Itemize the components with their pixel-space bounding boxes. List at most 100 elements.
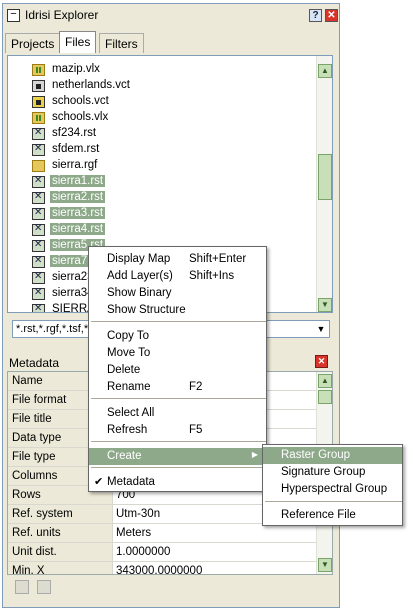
- metadata-key: Unit dist.: [8, 543, 113, 561]
- raster-file-icon: [32, 191, 45, 204]
- title-bar: − Idrisi Explorer ? ✕: [3, 4, 339, 26]
- menu-item-copy-to[interactable]: Copy To: [89, 328, 266, 345]
- menu-separator: [91, 321, 266, 322]
- metadata-row[interactable]: Min. X 343000.0000000: [8, 562, 318, 575]
- file-name: sierra2.rst: [50, 191, 106, 203]
- submenu-item-hyperspectral-group[interactable]: Hyperspectral Group: [263, 481, 402, 498]
- metadata-row[interactable]: Unit dist. 1.0000000: [8, 543, 318, 562]
- submenu-item-raster-group[interactable]: Raster Group: [263, 447, 402, 464]
- menu-item-delete[interactable]: Delete: [89, 362, 266, 379]
- menu-item-shortcut: F5: [189, 424, 203, 436]
- menu-item-label: Show Binary: [107, 287, 172, 299]
- metadata-key: Min. X: [8, 562, 113, 574]
- raster-file-icon: [32, 207, 45, 220]
- menu-item-label: Metadata: [107, 476, 155, 488]
- scroll-thumb[interactable]: [318, 390, 332, 404]
- scroll-thumb[interactable]: [318, 154, 332, 200]
- metadata-value: 343000.0000000: [116, 565, 203, 575]
- menu-separator: [91, 441, 266, 442]
- menu-item-metadata[interactable]: ✔ Metadata: [89, 474, 266, 491]
- menu-item-label: Delete: [107, 364, 141, 376]
- menu-separator: [91, 467, 266, 468]
- metadata-row[interactable]: Ref. units Meters: [8, 524, 318, 543]
- menu-item-label: Create: [107, 450, 142, 462]
- submenu-item-reference-file[interactable]: Reference File: [263, 507, 402, 524]
- menu-item-rename[interactable]: Rename F2: [89, 379, 266, 396]
- menu-item-select-all[interactable]: Select All: [89, 405, 266, 422]
- submenu-item-label: Reference File: [281, 509, 356, 521]
- menu-item-label: Move To: [107, 347, 151, 359]
- file-name: schools.vlx: [52, 111, 109, 123]
- raster-file-icon: [32, 255, 45, 268]
- metadata-value: Meters: [116, 527, 152, 539]
- raster-file-icon: [32, 239, 45, 252]
- menu-item-show-binary[interactable]: Show Binary: [89, 285, 266, 302]
- raster-file-icon: [32, 143, 45, 156]
- menu-item-label: Copy To: [107, 330, 149, 342]
- raster-file-icon: [32, 303, 45, 312]
- submenu-arrow-icon: ▶: [251, 450, 258, 459]
- menu-item-label: Rename: [107, 381, 151, 393]
- menu-item-label: Show Structure: [107, 304, 186, 316]
- raster-file-icon: [32, 175, 45, 188]
- raster-group-file-icon: [32, 160, 45, 172]
- file-name: mazip.vlx: [52, 63, 100, 75]
- menu-item-show-structure[interactable]: Show Structure: [89, 302, 266, 319]
- metadata-key: Ref. units: [8, 524, 113, 542]
- metadata-tool-icon[interactable]: [37, 580, 51, 594]
- help-button[interactable]: ?: [309, 9, 322, 22]
- scroll-up-icon[interactable]: ▲: [318, 374, 332, 388]
- file-name: schools.vct: [52, 95, 109, 107]
- scroll-up-icon[interactable]: ▲: [318, 64, 332, 78]
- file-name: sierra3.rst: [50, 207, 106, 219]
- menu-item-move-to[interactable]: Move To: [89, 345, 266, 362]
- file-name: sierra1.rst: [50, 175, 106, 187]
- menu-separator: [265, 501, 402, 502]
- metadata-close-icon[interactable]: ✕: [315, 355, 328, 368]
- check-icon: ✔: [94, 476, 104, 488]
- minimize-icon[interactable]: −: [7, 9, 20, 22]
- raster-file-icon: [32, 287, 45, 300]
- menu-item-refresh[interactable]: Refresh F5: [89, 422, 266, 439]
- file-filter-value: *.rst,*.rgf,*.tsf,*.: [16, 323, 92, 335]
- metadata-toolbar: [7, 576, 333, 598]
- submenu-item-label: Raster Group: [281, 449, 351, 461]
- tab-projects[interactable]: Projects: [5, 33, 61, 53]
- menu-item-label: Add Layer(s): [107, 270, 173, 282]
- metadata-value: 1.0000000: [116, 546, 171, 558]
- submenu-item-signature-group[interactable]: Signature Group: [263, 464, 402, 481]
- raster-file-icon: [32, 223, 45, 236]
- context-menu: Display Map Shift+Enter Add Layer(s) Shift+…: [88, 246, 267, 492]
- file-name: sierra.rgf: [52, 159, 98, 171]
- vlx-file-icon: [32, 112, 45, 124]
- chevron-down-icon[interactable]: ▼: [313, 321, 329, 337]
- file-list-scrollbar[interactable]: ▲ ▼: [316, 56, 332, 312]
- metadata-key: Ref. system: [8, 505, 113, 523]
- menu-item-shortcut: Shift+Ins: [189, 270, 235, 282]
- metadata-title: Metadata: [9, 356, 60, 370]
- scroll-down-icon[interactable]: ▼: [318, 298, 332, 312]
- menu-item-label: Refresh: [107, 424, 148, 436]
- raster-file-icon: [32, 127, 45, 140]
- menu-item-create[interactable]: Create ▶: [89, 448, 266, 465]
- file-name: netherlands.vct: [52, 79, 130, 91]
- menu-item-label: Display Map: [107, 253, 171, 265]
- menu-separator: [91, 398, 266, 399]
- menu-item-shortcut: Shift+Enter: [189, 253, 247, 265]
- window-title: Idrisi Explorer: [25, 8, 99, 22]
- menu-item-add-layer-s[interactable]: Add Layer(s) Shift+Ins: [89, 268, 266, 285]
- vector-file-icon: [32, 96, 45, 108]
- vector-file-icon: [32, 80, 45, 92]
- scroll-down-icon[interactable]: ▼: [318, 558, 332, 572]
- menu-item-display-map[interactable]: Display Map Shift+Enter: [89, 251, 266, 268]
- raster-file-icon: [32, 271, 45, 284]
- tab-filters[interactable]: Filters: [99, 33, 144, 53]
- menu-item-shortcut: F2: [189, 381, 203, 393]
- metadata-value: Utm-30n: [116, 508, 161, 520]
- metadata-tool-icon[interactable]: [15, 580, 29, 594]
- tab-files[interactable]: Files: [59, 31, 97, 53]
- create-submenu: Raster Group Signature Group Hyperspectral…: [262, 444, 403, 526]
- file-name: sierra4.rst: [50, 223, 106, 235]
- submenu-item-label: Signature Group: [281, 466, 366, 478]
- close-button[interactable]: ✕: [325, 9, 338, 22]
